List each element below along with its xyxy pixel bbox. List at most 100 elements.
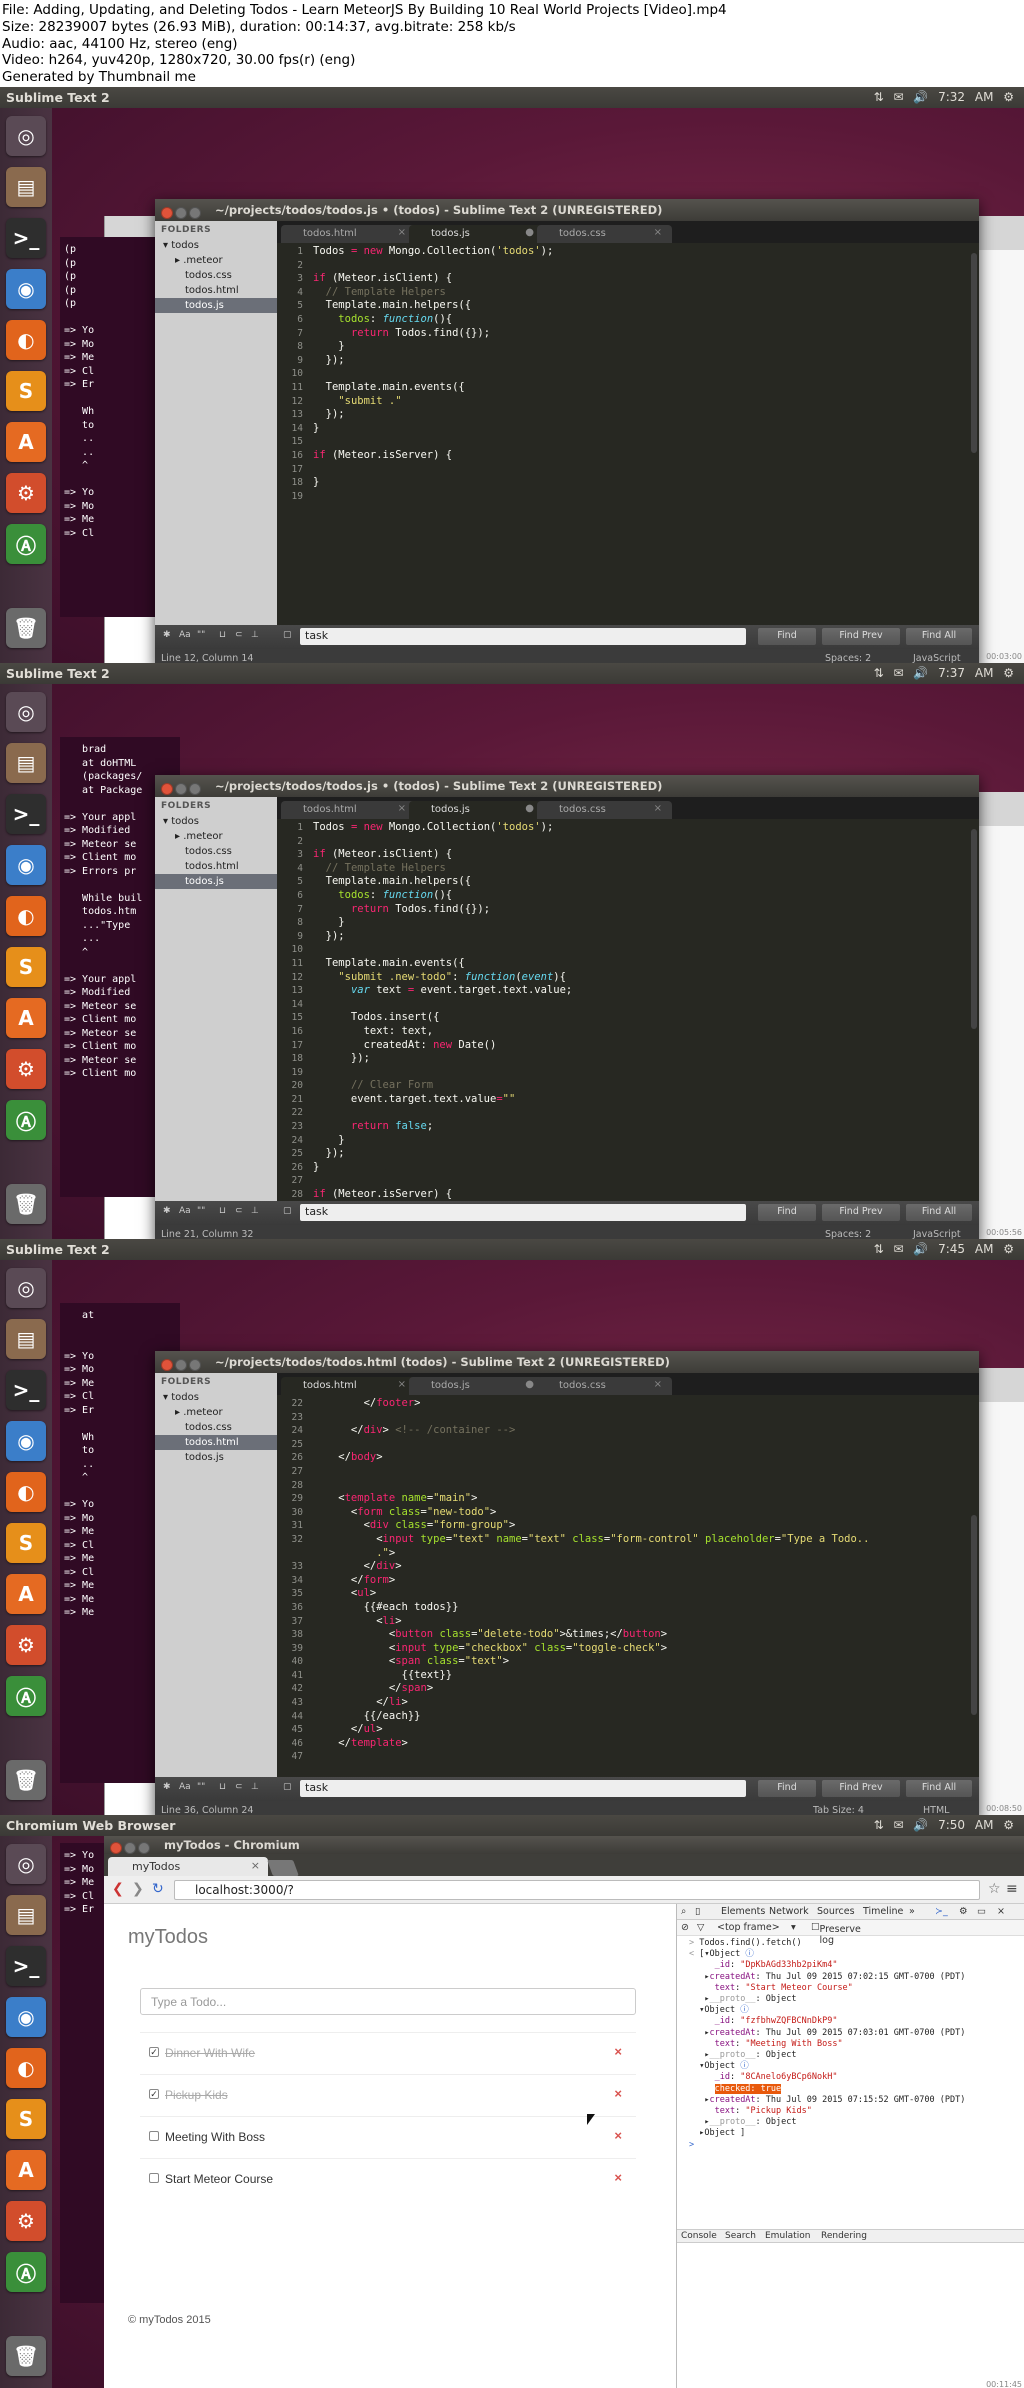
tab-todos-css[interactable]: todos.css × [537, 801, 672, 819]
code-editor[interactable]: 22 23 24 25 26 27 28 29 30 31 32 33 34 35 36 37 38 39 40 41… [277, 1395, 979, 1777]
dash-icon[interactable]: ◎ [6, 1268, 46, 1308]
file-todos-html[interactable]: todos.html [155, 859, 277, 874]
trash-icon[interactable]: 🗑 [6, 2336, 46, 2376]
trash-icon[interactable]: 🗑 [6, 1760, 46, 1800]
drawer-tab-emulation[interactable]: Emulation [765, 2231, 810, 2241]
dock-icon[interactable]: ▭ [977, 1906, 986, 1917]
terminal-icon[interactable]: >_ [6, 1370, 46, 1410]
trash-icon[interactable]: 🗑 [6, 1184, 46, 1224]
find-prev-button[interactable]: Find Prev [822, 1780, 900, 1797]
file-todos-html[interactable]: todos.html [155, 1435, 277, 1450]
files-icon[interactable]: ▤ [6, 1895, 46, 1935]
address-bar[interactable]: localhost:3000/? [174, 1880, 980, 1900]
firefox-icon[interactable]: ◐ [6, 1472, 46, 1512]
clear-icon[interactable]: ⊘ [681, 1922, 689, 1933]
tab-todos-html[interactable]: todos.html × [281, 1377, 416, 1395]
todo-checkbox[interactable] [149, 2131, 159, 2141]
system-tray[interactable]: ⇅ ✉ 🔊 7:50 AM ⚙ [874, 1818, 1014, 1832]
software-center-icon[interactable]: A [6, 1574, 46, 1614]
dash-icon[interactable]: ◎ [6, 692, 46, 732]
find-button[interactable]: Find [758, 628, 816, 645]
software-center-icon[interactable]: A [6, 2150, 46, 2190]
drawer-tab-console[interactable]: Console [681, 2231, 717, 2241]
files-icon[interactable]: ▤ [6, 743, 46, 783]
tab-network[interactable]: Network [769, 1906, 809, 1917]
tab-todos-js[interactable]: todos.js ● [409, 1377, 544, 1395]
file-todos-js[interactable]: todos.js [155, 874, 277, 889]
drawer-tab-rendering[interactable]: Rendering [821, 2231, 867, 2241]
todo-checkbox[interactable] [149, 2173, 159, 2183]
settings-icon[interactable]: ⚙ [6, 473, 46, 513]
dropdown-icon[interactable]: ▾ [791, 1922, 796, 1933]
settings-icon[interactable]: ⚙ [6, 2201, 46, 2241]
tab-todos-css[interactable]: todos.css × [537, 1377, 672, 1395]
sublime-icon[interactable]: S [6, 2099, 46, 2139]
firefox-icon[interactable]: ◐ [6, 896, 46, 936]
settings-icon[interactable]: ⚙ [959, 1906, 968, 1917]
tab-elements[interactable]: Elements [721, 1906, 765, 1917]
find-prev-button[interactable]: Find Prev [822, 628, 900, 645]
sublime-icon[interactable]: S [6, 947, 46, 987]
folder-todos[interactable]: ▾ todos [155, 814, 277, 829]
terminal-icon[interactable]: >_ [6, 1946, 46, 1986]
tab-todos-js[interactable]: todos.js ● [409, 225, 544, 243]
system-tray[interactable]: ⇅ ✉ 🔊 7:32 AM ⚙ [874, 90, 1014, 104]
find-input[interactable]: task [300, 1204, 746, 1221]
tab-sources[interactable]: Sources [817, 1906, 855, 1917]
find-button[interactable]: Find [758, 1780, 816, 1797]
chromium-icon[interactable]: ◉ [6, 1997, 46, 2037]
tab-todos-js[interactable]: todos.js ● [409, 801, 544, 819]
find-button[interactable]: Find [758, 1204, 816, 1221]
files-icon[interactable]: ▤ [6, 1319, 46, 1359]
dash-icon[interactable]: ◎ [6, 1844, 46, 1884]
system-tray[interactable]: ⇅ ✉ 🔊 7:45 AM ⚙ [874, 1242, 1014, 1256]
terminal-icon[interactable]: >_ [6, 218, 46, 258]
chromium-icon[interactable]: ◉ [6, 1421, 46, 1461]
folder-meteor[interactable]: ▸ .meteor [155, 829, 277, 844]
software-center-icon[interactable]: A [6, 998, 46, 1038]
find-prev-button[interactable]: Find Prev [822, 1204, 900, 1221]
settings-icon[interactable]: ⚙ [6, 1049, 46, 1089]
device-icon[interactable]: ▯ [695, 1906, 700, 1917]
file-todos-js[interactable]: todos.js [155, 1450, 277, 1465]
file-todos-css[interactable]: todos.css [155, 844, 277, 859]
tab-todos-html[interactable]: todos.html × [281, 801, 416, 819]
folder-todos[interactable]: ▾ todos [155, 1390, 277, 1405]
forward-icon[interactable]: ❯ [132, 1881, 144, 1897]
source-code[interactable]: Todos = new Mongo.Collection('todos'); i… [313, 245, 553, 490]
file-todos-html[interactable]: todos.html [155, 283, 277, 298]
file-todos-js[interactable]: todos.js [155, 298, 277, 313]
settings-icon[interactable]: ⚙ [6, 1625, 46, 1665]
back-icon[interactable]: ❮ [112, 1881, 124, 1897]
delete-icon[interactable]: × [614, 2128, 622, 2143]
console-toggle-icon[interactable]: ≻_ [935, 1906, 948, 1917]
drawer-tab-search[interactable]: Search [725, 2231, 756, 2241]
update-icon[interactable]: Ⓐ [6, 524, 46, 564]
todo-item[interactable]: Meeting With Boss × [140, 2116, 636, 2158]
tab-todos-html[interactable]: todos.html × [281, 225, 416, 243]
software-center-icon[interactable]: A [6, 422, 46, 462]
tab-timeline[interactable]: Timeline [863, 1906, 903, 1917]
sublime-icon[interactable]: S [6, 1523, 46, 1563]
tab-todos-css[interactable]: todos.css × [537, 225, 672, 243]
inspect-icon[interactable]: ⌕ [681, 1906, 686, 1917]
chromium-icon[interactable]: ◉ [6, 845, 46, 885]
menu-icon[interactable]: ≡ [1006, 1881, 1018, 1897]
file-todos-css[interactable]: todos.css [155, 1420, 277, 1435]
page-brand[interactable]: myTodos [128, 1926, 208, 1949]
firefox-icon[interactable]: ◐ [6, 320, 46, 360]
system-tray[interactable]: ⇅ ✉ 🔊 7:37 AM ⚙ [874, 666, 1014, 680]
find-input[interactable]: task [300, 1780, 746, 1797]
source-code[interactable]: </footer> </div> <!-- /container --> </b… [313, 1397, 869, 1750]
code-editor[interactable]: 1 2 3 4 5 6 7 8 9 10 11 12 13 14 15 16 17 18 19 20 21 22 23 24 2… [277, 819, 979, 1201]
browser-tab[interactable]: myTodos × [108, 1857, 268, 1876]
delete-icon[interactable]: × [614, 2170, 622, 2185]
delete-icon[interactable]: × [614, 2044, 622, 2059]
find-all-button[interactable]: Find All [906, 1780, 972, 1797]
find-all-button[interactable]: Find All [906, 1204, 972, 1221]
more-icon[interactable]: » [909, 1906, 915, 1917]
terminal-icon[interactable]: >_ [6, 794, 46, 834]
chromium-icon[interactable]: ◉ [6, 269, 46, 309]
find-all-button[interactable]: Find All [906, 628, 972, 645]
folder-todos[interactable]: ▾ todos [155, 238, 277, 253]
